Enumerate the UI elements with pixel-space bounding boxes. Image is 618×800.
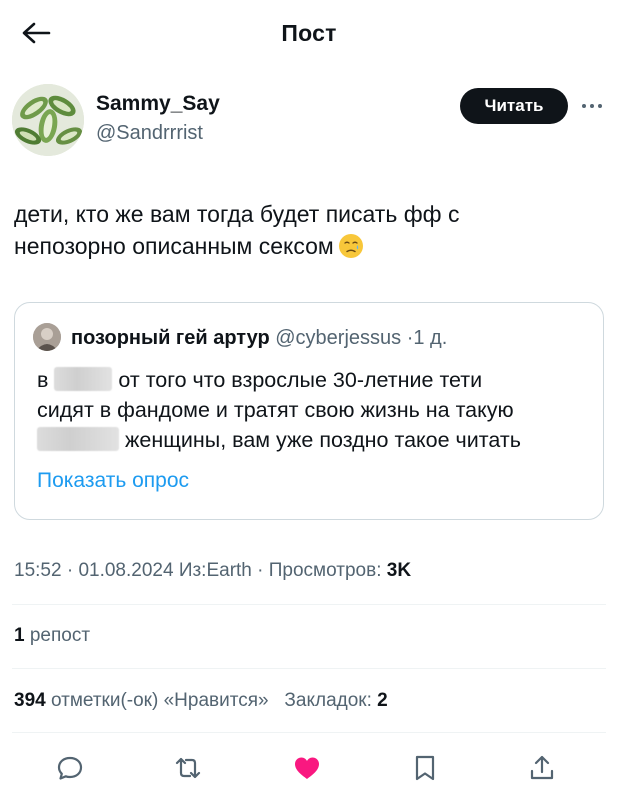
author-name[interactable]: Sammy_Say [96, 92, 220, 116]
meta-separator: · [66, 560, 74, 581]
reposts-count: 1 [14, 625, 25, 646]
quote-body: в от того что взрослые 30-летние тети си… [37, 365, 597, 455]
action-bar [0, 748, 618, 788]
show-poll-link[interactable]: Показать опрос [37, 469, 189, 493]
reposts-stat[interactable]: 1 репост [14, 625, 90, 647]
bookmarks-stat[interactable]: Закладок: 2 [284, 690, 387, 711]
quote-header: позорный гей артур @cyberjessus ·1 д. [71, 327, 447, 350]
quote-avatar[interactable] [33, 323, 61, 351]
bookmark-button[interactable] [405, 748, 445, 788]
quote-time: 1 д. [413, 327, 448, 349]
post-date[interactable]: 01.08.2024 [78, 560, 173, 581]
likes-count: 394 [14, 690, 46, 711]
likes-bookmarks-stat: 394 отметки(-ок) «Нравится» Закладок: 2 [14, 690, 388, 712]
quote-line-1: в от того что взрослые 30-летние тети [37, 365, 597, 395]
divider [12, 604, 606, 605]
plant-leaves-avatar-image [12, 84, 84, 156]
views-label: Просмотров: [268, 560, 382, 581]
reply-button[interactable] [50, 748, 90, 788]
divider [12, 732, 606, 733]
reposts-label: репост [29, 625, 91, 646]
face-holding-back-tears-emoji [338, 234, 363, 258]
censored-word [54, 367, 113, 391]
more-horizontal-icon [582, 104, 602, 108]
bookmark-icon [415, 755, 435, 781]
quote-line-1-start: в [37, 368, 49, 392]
post-time[interactable]: 15:52 [14, 560, 62, 581]
post-meta: 15:52 · 01.08.2024 Из:Earth · Просмотров… [14, 560, 411, 582]
page-title: Пост [281, 20, 337, 46]
post-source: Из:Earth [178, 560, 252, 581]
author-row: Sammy_Say @Sandrrrist Читать [12, 84, 606, 160]
divider [12, 668, 606, 669]
likes-stat[interactable]: 394 отметки(-ок) «Нравится» [14, 690, 274, 711]
avatar[interactable] [12, 84, 84, 156]
meta-separator: · [257, 560, 264, 581]
quote-avatar-image [33, 323, 61, 351]
censored-word [37, 427, 119, 451]
likes-label: отметки(-ок) «Нравится» [50, 690, 269, 711]
bookmarks-count: 2 [377, 690, 388, 711]
views-count: 3K [386, 560, 412, 581]
repost-icon [175, 757, 201, 779]
repost-button[interactable] [168, 748, 208, 788]
author-handle[interactable]: @Sandrrrist [96, 122, 203, 145]
quote-line-2: сидят в фандоме и тратят свою жизнь на т… [37, 398, 514, 422]
more-button[interactable] [578, 92, 606, 120]
share-button[interactable] [522, 748, 562, 788]
tweet-text-line-2: непозорно описанным сексом [14, 230, 604, 262]
quoted-tweet[interactable]: позорный гей артур @cyberjessus ·1 д. в … [14, 302, 604, 520]
quote-author-handle[interactable]: @cyberjessus [275, 327, 401, 349]
tweet-text: дети, кто же вам тогда будет писать фф с… [14, 198, 604, 262]
quote-line-1-end: от того что взрослые 30-летние тети [118, 368, 483, 392]
top-bar: Пост [0, 0, 618, 66]
follow-button[interactable]: Читать [460, 88, 568, 124]
reply-icon [57, 756, 83, 780]
quote-author-name[interactable]: позорный гей артур [71, 327, 270, 349]
bookmarks-label: Закладок: [284, 690, 372, 711]
quote-line-3: женщины, вам уже поздно такое читать [37, 425, 597, 455]
share-icon [530, 755, 554, 780]
like-button[interactable] [287, 748, 327, 788]
quote-line-3-end: женщины, вам уже поздно такое читать [124, 428, 521, 452]
tweet-text-line-2-text: непозорно описанным сексом [14, 233, 334, 259]
like-icon [295, 757, 319, 779]
tweet-text-line-1: дети, кто же вам тогда будет писать фф с [14, 201, 460, 227]
